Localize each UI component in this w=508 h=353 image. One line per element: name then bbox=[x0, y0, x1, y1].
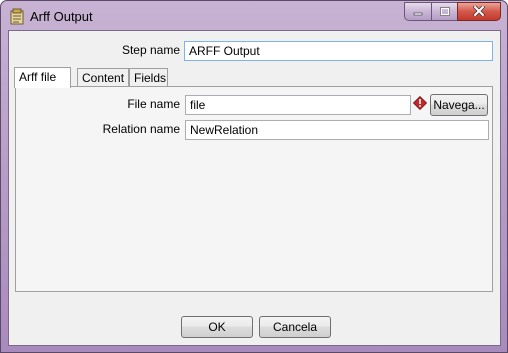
relation-name-field[interactable]: NewRelation bbox=[185, 120, 489, 140]
tab-arff-file[interactable]: Arff file bbox=[14, 67, 71, 88]
cancel-button[interactable]: Cancela bbox=[259, 316, 331, 338]
required-warning-icon bbox=[412, 95, 428, 111]
window-title: Arff Output bbox=[30, 9, 93, 24]
tab-fields[interactable]: Fields bbox=[129, 68, 168, 87]
step-name-field[interactable]: ARFF Output bbox=[184, 41, 493, 61]
maximize-button[interactable] bbox=[431, 2, 457, 21]
title-bar[interactable]: Arff Output bbox=[1, 1, 507, 31]
window-controls bbox=[404, 2, 501, 21]
close-icon bbox=[473, 4, 485, 19]
arff-file-panel: File name file Navega... Relation name N… bbox=[15, 86, 493, 292]
file-name-label: File name bbox=[127, 97, 180, 111]
dialog-client-area: Step name ARFF Output Arff file Content … bbox=[8, 30, 501, 346]
ok-button[interactable]: OK bbox=[181, 316, 253, 338]
step-name-label: Step name bbox=[121, 43, 180, 57]
maximize-icon bbox=[439, 5, 450, 19]
dialog-window: Arff Output Step name ARFF Output Arff f… bbox=[0, 0, 508, 353]
tab-content[interactable]: Content bbox=[77, 68, 129, 87]
close-button[interactable] bbox=[457, 2, 501, 21]
browse-button[interactable]: Navega... bbox=[430, 94, 488, 116]
file-name-field[interactable]: file bbox=[185, 95, 411, 115]
spoon-step-icon bbox=[9, 8, 25, 25]
minimize-icon bbox=[413, 5, 423, 19]
relation-name-label: Relation name bbox=[102, 122, 180, 136]
minimize-button[interactable] bbox=[404, 2, 431, 21]
